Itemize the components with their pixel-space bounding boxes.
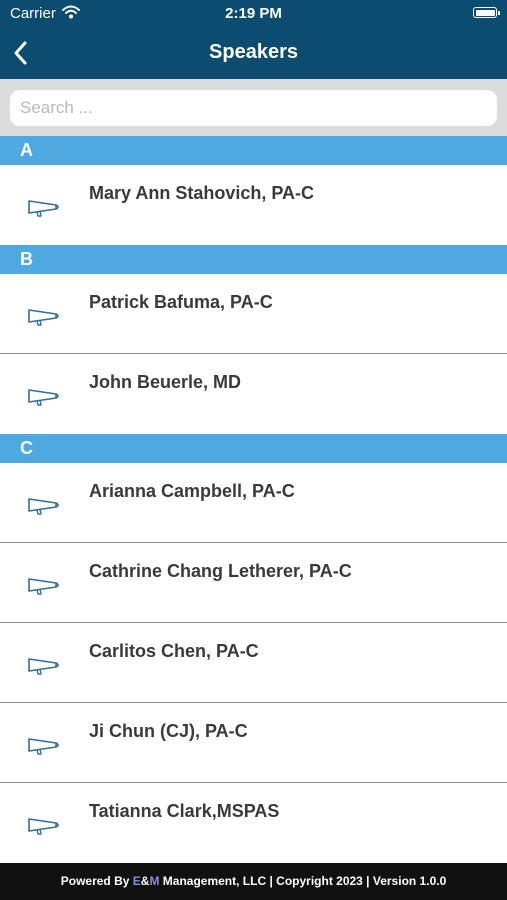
megaphone-icon — [28, 738, 59, 755]
megaphone-icon — [28, 200, 59, 217]
speaker-name: Tatianna Clark,MSPAS — [89, 801, 280, 821]
footer-brand-e: E — [132, 874, 141, 888]
speaker-name: John Beuerle, MD — [89, 372, 242, 392]
page-title: Speakers — [209, 41, 298, 63]
footer-suffix: Management, LLC | Copyright 2023 | Versi… — [159, 874, 447, 888]
speaker-row[interactable]: Mary Ann Stahovich, PA-C — [0, 165, 507, 245]
megaphone-icon — [28, 658, 59, 675]
status-bar: Carrier 2:19 PM — [0, 0, 507, 28]
megaphone-icon — [28, 818, 59, 835]
speaker-row[interactable]: Cathrine Chang Letherer, PA-C — [0, 543, 507, 623]
search-input[interactable] — [10, 90, 497, 126]
speaker-name: Mary Ann Stahovich, PA-C — [89, 183, 315, 203]
megaphone-icon — [28, 309, 59, 326]
battery-icon — [473, 7, 500, 18]
footer-brand-m: M — [149, 874, 160, 888]
megaphone-icon — [28, 498, 59, 515]
speaker-row[interactable]: Ji Chun (CJ), PA-C — [0, 703, 507, 783]
search-bar — [0, 79, 507, 136]
speaker-name: Cathrine Chang Letherer, PA-C — [89, 561, 352, 581]
speaker-list: A Mary Ann Stahovich, PA-C B Patrick Baf… — [0, 136, 507, 863]
speaker-row[interactable]: Arianna Campbell, PA-C — [0, 463, 507, 543]
section-header-a: A — [0, 136, 507, 165]
section-header-b: B — [0, 245, 507, 274]
speaker-row[interactable]: Patrick Bafuma, PA-C — [0, 274, 507, 354]
clock: 2:19 PM — [225, 5, 282, 22]
footer-prefix: Powered By — [60, 874, 133, 888]
speaker-row[interactable]: John Beuerle, MD — [0, 354, 507, 434]
navigation-bar: Carrier 2:19 PM Speakers — [0, 0, 507, 79]
speaker-name: Ji Chun (CJ), PA-C — [89, 721, 248, 741]
megaphone-icon — [28, 578, 59, 595]
footer: Powered By E&M Management, LLC | Copyrig… — [0, 863, 507, 900]
speaker-name: Carlitos Chen, PA-C — [89, 641, 259, 661]
speaker-name: Patrick Bafuma, PA-C — [89, 292, 273, 312]
megaphone-icon — [28, 389, 59, 406]
section-header-c: C — [0, 434, 507, 463]
speaker-row[interactable]: Carlitos Chen, PA-C — [0, 623, 507, 703]
speaker-row[interactable]: Tatianna Clark,MSPAS — [0, 783, 507, 863]
speaker-name: Arianna Campbell, PA-C — [89, 481, 295, 501]
